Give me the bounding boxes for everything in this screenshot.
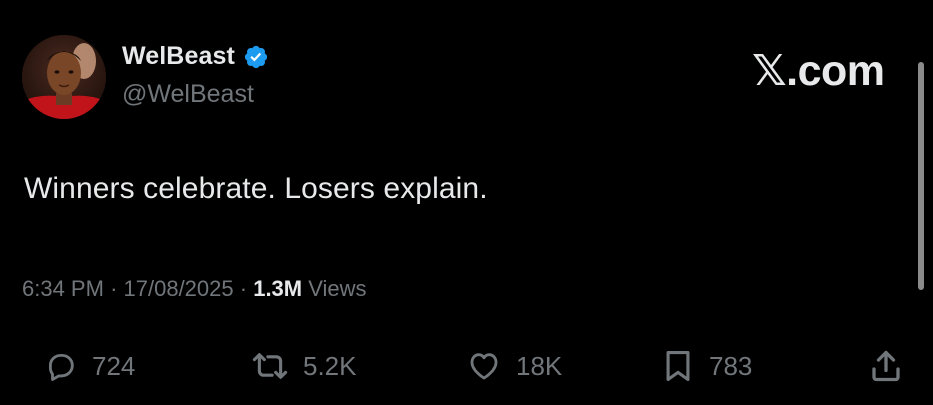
author-display-name[interactable]: WelBeast	[122, 42, 235, 71]
like-count: 18K	[516, 350, 563, 381]
tweet-card: WelBeast @WelBeast 𝕏.com Winners celebra…	[0, 0, 933, 405]
avatar-photo	[22, 35, 106, 119]
meta-separator: ·	[110, 276, 118, 301]
avatar[interactable]	[22, 35, 106, 119]
heart-icon	[466, 349, 502, 383]
share-button[interactable]	[868, 344, 904, 388]
brand-watermark: 𝕏.com	[752, 47, 885, 95]
author-handle[interactable]: @WelBeast	[122, 80, 254, 109]
meta-separator: ·	[239, 276, 248, 301]
tweet-time[interactable]: 6:34 PM	[22, 276, 104, 301]
share-upload-icon	[868, 348, 904, 384]
reply-button[interactable]: 724	[44, 344, 135, 388]
repost-count: 5.2K	[303, 350, 357, 381]
bookmark-count: 783	[709, 350, 753, 381]
tweet-date[interactable]: 17/08/2025	[124, 276, 234, 301]
speech-bubble-icon	[44, 349, 78, 383]
scrollbar[interactable]	[918, 62, 924, 290]
reply-count: 724	[92, 350, 136, 381]
views-count: 1.3M	[253, 276, 303, 301]
repost-arrows-icon	[251, 349, 289, 383]
verified-badge-icon	[243, 44, 269, 70]
bookmark-icon	[661, 348, 695, 384]
tweet-meta: 6:34 PM · 17/08/2025 · 1.3M Views	[22, 276, 367, 302]
tweet-text: Winners celebrate. Losers explain.	[24, 172, 488, 205]
repost-button[interactable]: 5.2K	[251, 344, 357, 388]
bookmark-button[interactable]: 783	[661, 344, 752, 388]
like-button[interactable]: 18K	[466, 344, 562, 388]
views-label: Views	[308, 276, 367, 301]
action-bar: 724 5.2K 18K 783	[0, 344, 933, 388]
author-name-row: WelBeast	[122, 42, 269, 71]
